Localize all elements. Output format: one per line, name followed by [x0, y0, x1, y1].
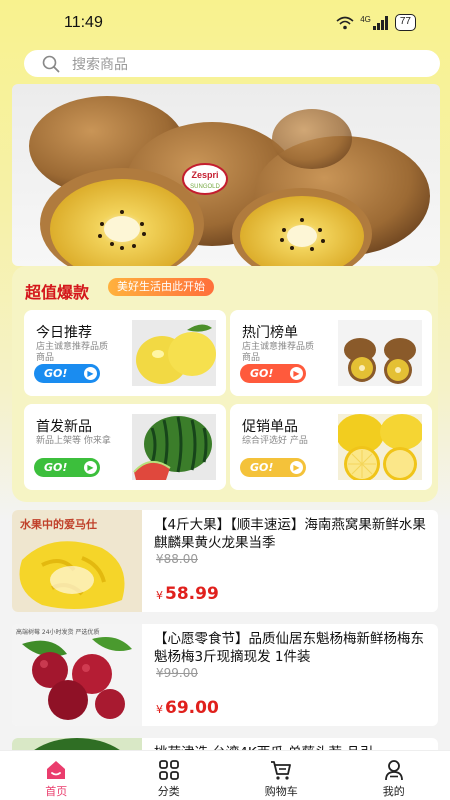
product-price: ¥69.00 [156, 698, 219, 718]
product-title: 【心愿零食节】品质仙居东魁杨梅新鲜杨梅东魁杨梅3斤现摘现发 1件装 [154, 631, 424, 665]
banner-brand-text: Zespri [191, 170, 218, 180]
product-card[interactable]: 高端树莓 24小时发货 严选优质 【心愿零食节】品质仙居东魁杨梅新鲜杨梅东魁杨梅… [12, 624, 438, 726]
product-title: 【4斤大果】【顺丰速运】海南燕窝果新鲜水果麒麟果黄火龙果当季 [154, 517, 426, 551]
nav-profile[interactable]: 我的 [338, 751, 450, 800]
home-icon [47, 761, 66, 779]
network-label: 4G [360, 15, 371, 24]
product-price: ¥58.99 [156, 584, 219, 604]
card-title: 首发新品 [36, 419, 92, 435]
image-caption: 高端树莓 24小时发货 严选优质 [16, 629, 100, 636]
product-original-price: ¥88.00 [156, 552, 198, 566]
card-today-recommend[interactable]: 今日推荐 店主诚意推荐品质商品 GO! ▶ [24, 310, 226, 396]
bayberry-image: 高端树莓 24小时发货 严选优质 [12, 624, 142, 726]
cart-icon [271, 761, 292, 780]
grid-icon [158, 760, 179, 780]
arrow-right-icon: ▶ [84, 461, 97, 474]
status-bar: 11:49 4G 77 [0, 0, 450, 46]
go-button[interactable]: GO! ▶ [34, 364, 100, 383]
nav-label: 首页 [45, 785, 68, 798]
card-title: 促销单品 [242, 419, 298, 435]
kiwi-image [338, 320, 422, 386]
currency-symbol: ¥ [156, 589, 163, 602]
status-icons: 4G 77 [336, 14, 416, 31]
go-button[interactable]: GO! ▶ [240, 458, 306, 477]
status-time: 11:49 [64, 14, 103, 31]
go-button[interactable]: GO! ▶ [34, 458, 100, 477]
go-button[interactable]: GO! ▶ [240, 364, 306, 383]
signal-icon [372, 15, 388, 30]
nav-cart[interactable]: 购物车 [225, 751, 338, 800]
section-tag: 美好生活由此开始 [108, 278, 214, 296]
nav-label: 分类 [157, 785, 180, 798]
currency-symbol: ¥ [156, 703, 163, 716]
card-subtitle: 店主诚意推荐品质商品 [242, 342, 315, 363]
watermelon-image [132, 414, 216, 480]
card-new-arrivals[interactable]: 首发新品 新品上架等 你来拿 GO! ▶ [24, 404, 226, 490]
card-subtitle: 综合评选好 产品 [242, 436, 308, 446]
card-title: 热门榜单 [242, 325, 298, 341]
nav-label: 购物车 [264, 785, 298, 798]
arrow-right-icon: ▶ [84, 367, 97, 380]
banner-kiwi-image: Zespri SUNGOLD [29, 96, 430, 266]
wifi-icon [336, 16, 354, 29]
battery-indicator: 77 [394, 14, 416, 31]
dragonfruit-image: 水果中的爱马仕 [12, 510, 142, 612]
grapefruit-image [132, 320, 216, 386]
nav-label: 我的 [382, 785, 405, 798]
image-caption: 水果中的爱马仕 [20, 518, 97, 531]
card-promotion[interactable]: 促销单品 综合评选好 产品 GO! ▶ [230, 404, 432, 490]
nav-home[interactable]: 首页 [0, 751, 113, 800]
banner-subbrand-text: SUNGOLD [190, 184, 220, 190]
card-subtitle: 店主诚意推荐品质商品 [36, 342, 109, 363]
product-original-price: ¥99.00 [156, 666, 198, 680]
search-placeholder: 搜索商品 [72, 56, 128, 73]
card-title: 今日推荐 [36, 325, 92, 341]
go-label: GO! [250, 461, 274, 474]
nav-category[interactable]: 分类 [113, 751, 226, 800]
card-hot-ranking[interactable]: 热门榜单 店主诚意推荐品质商品 GO! ▶ [230, 310, 432, 396]
search-input[interactable]: 搜索商品 [24, 50, 440, 77]
go-label: GO! [44, 367, 68, 380]
section-title: 超值爆款 [25, 283, 90, 302]
lemon-image [338, 414, 422, 480]
user-icon [384, 760, 403, 781]
arrow-right-icon: ▶ [290, 367, 303, 380]
card-subtitle: 新品上架等 你来拿 [36, 436, 111, 446]
search-icon [42, 55, 60, 72]
price-value: 69.00 [165, 698, 219, 718]
arrow-right-icon: ▶ [290, 461, 303, 474]
product-card[interactable]: 水果中的爱马仕 【4斤大果】【顺丰速运】海南燕窝果新鲜水果麒麟果黄火龙果当季 ¥… [12, 510, 438, 612]
price-value: 58.99 [165, 584, 219, 604]
bottom-nav: 首页 分类 购物车 我的 [0, 750, 450, 800]
go-label: GO! [250, 367, 274, 380]
go-label: GO! [44, 461, 68, 474]
banner-carousel[interactable]: Zespri SUNGOLD [12, 84, 440, 266]
